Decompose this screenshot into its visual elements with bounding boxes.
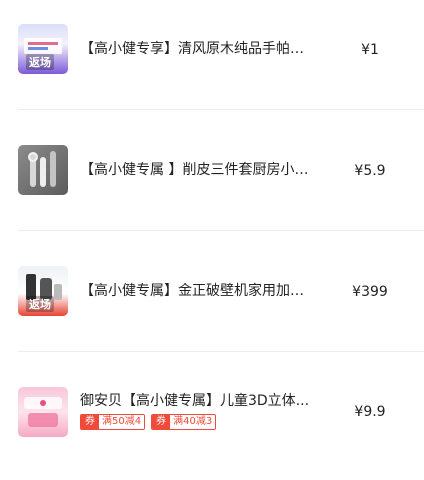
product-title[interactable]: 【高小健专属】金正破壁机家用加热... [80,281,312,301]
product-price: ¥5.9 [354,163,386,179]
coupon-tag: 券 [81,415,99,429]
list-item[interactable]: 返场 【高小健专属】金正破壁机家用加热... ¥399 [0,240,424,360]
product-title[interactable]: 【高小健专享】清风原木纯品手帕纸巾... [80,39,312,59]
product-thumbnail[interactable]: 返场 [18,24,68,74]
list-item[interactable]: 返场 【高小健专享】清风原木纯品手帕纸巾... ¥1 [0,0,424,120]
product-title[interactable]: 御安贝【高小健专属】儿童3D立体... [80,391,312,411]
product-thumbnail[interactable] [18,387,68,437]
return-badge: 返场 [26,54,54,70]
product-title[interactable]: 【高小健专属 】削皮三件套厨房小工具... [80,160,312,180]
coupon-list: 券 满50减4 券 满40减3 [80,414,217,430]
coupon-value: 满40减3 [170,415,216,429]
divider [18,109,424,110]
return-badge: 返场 [26,296,54,312]
kids-product-icon [24,397,62,427]
peeler-set-icon [28,151,56,187]
product-thumbnail[interactable] [18,145,68,195]
list-item[interactable]: 御安贝【高小健专属】儿童3D立体... 券 满50减4 券 满40减3 ¥9.9 [0,360,424,480]
divider [18,230,424,231]
divider [18,351,424,352]
product-price: ¥399 [352,284,388,300]
product-thumbnail[interactable]: 返场 [18,266,68,316]
product-price: ¥9.9 [354,404,386,420]
list-item[interactable]: 【高小健专属 】削皮三件套厨房小工具... ¥5.9 [0,120,424,240]
coupon-tag: 券 [152,415,171,429]
coupon-badge[interactable]: 券 满40减3 [151,414,217,430]
product-price: ¥1 [361,42,379,58]
coupon-badge[interactable]: 券 满50减4 [80,414,146,430]
coupon-value: 满50减4 [99,415,145,429]
